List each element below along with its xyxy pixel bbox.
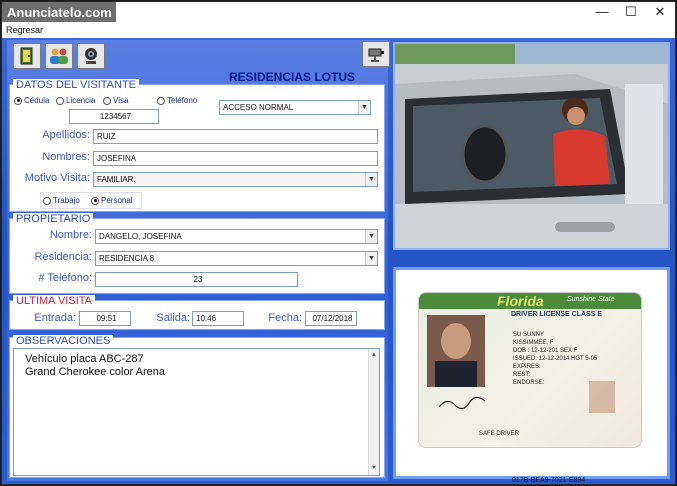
owner-name-label: Nombre: [49,229,92,241]
apellidos-field[interactable]: RUIZ [93,129,378,144]
license-footer: SAFE DRIVER [479,431,520,437]
radio-trabajo[interactable]: Trabajo [43,196,80,205]
watermark: Anunciatelo.com [2,2,116,23]
chevron-down-icon: ▼ [365,173,377,186]
fecha-label: Fecha: [268,312,302,324]
motivo-select[interactable]: FAMILIAR. ▼ [93,172,378,187]
people-icon [50,48,68,64]
residencia-select[interactable]: RESIDENCIA 8 ▼ [95,251,378,266]
owner-panel-title: PROPIETARIO [13,213,94,226]
close-button[interactable]: ✕ [647,4,673,20]
visit-type-group: Trabajo Personal [40,192,142,209]
radio-visa[interactable]: Visa [103,96,128,105]
visitor-car-photo [395,44,668,248]
maximize-button[interactable]: ☐ [618,4,644,20]
license-class: DRIVER LICENSE CLASS E [511,311,603,318]
license-scan: Florida Sunshine State DRIVER LICENSE CL… [393,267,670,479]
license-portrait [427,315,485,387]
license-details: SU SUNNY KISSIMMEE, F DOB : 12-12-201 SE… [513,332,598,386]
owner-name-select[interactable]: DANGELO, JOSEFINA ▼ [95,229,378,244]
document-number-field[interactable]: 1234567 [69,109,159,124]
form-pane: RESIDENCIAS LOTUS DATOS DEL VISITANTE Cé… [7,40,390,481]
fecha-field[interactable]: 07/12/2018 [305,311,357,326]
license-state-sub: Sunshine State [567,296,615,303]
chevron-down-icon: ▼ [358,101,370,114]
residencia-label: Residencia: [34,251,92,263]
license-ghost-portrait [589,381,615,413]
webcam-button[interactable] [77,43,105,69]
visitors-button[interactable] [45,43,73,69]
license-card: Florida Sunshine State DRIVER LICENSE CL… [418,292,642,448]
signature-icon [438,396,486,410]
status-code: 017B-BEA9-7021-E894 [512,477,586,484]
app-window: Anunciatelo.com — ☐ ✕ Regresar RESIDENCI… [1,1,676,485]
title-bar: Anunciatelo.com — ☐ ✕ [2,2,675,23]
visitor-panel-title: DATOS DEL VISITANTE [13,79,140,92]
last-visit-panel: ULTIMA VISITA Entrada: 09:51 Salida: 10:… [9,295,385,330]
apellidos-label: Apellidos: [42,129,90,141]
exit-door-button[interactable] [13,43,41,69]
radio-cedula[interactable]: Cédula [14,96,49,105]
salida-field[interactable]: 10:46 [192,311,244,326]
salida-label: Salida: [156,312,190,324]
entrada-field[interactable]: 09:51 [79,311,131,326]
security-camera-icon [368,48,384,62]
last-visit-panel-title: ULTIMA VISITA [13,295,95,308]
menu-bar: Regresar [2,22,675,38]
telefono-label: # Teléfono: [38,272,92,284]
telefono-field[interactable]: 23 [95,272,298,287]
client-area: RESIDENCIAS LOTUS DATOS DEL VISITANTE Cé… [2,38,675,484]
license-state: Florida [497,293,544,309]
webcam-icon [85,48,97,64]
radio-telefono[interactable]: Teléfono [157,96,197,105]
chevron-down-icon: ▼ [365,252,377,265]
radio-licencia[interactable]: Licencia [56,96,95,105]
observaciones-textarea[interactable]: Vehículo placa ABC-287 Grand Cherokee co… [13,348,380,476]
nombres-field[interactable]: JOSEFINA [93,151,378,166]
nombres-label: Nombres: [42,151,90,163]
visitor-photo [393,42,670,250]
minimize-button[interactable]: — [589,4,615,20]
owner-panel: PROPIETARIO Nombre: DANGELO, JOSEFINA ▼ … [9,213,385,294]
access-type-select[interactable]: ACCESO NORMAL ▼ [219,100,371,115]
door-icon [20,47,33,65]
notes-scrollbar[interactable]: ▲ ▼ [368,349,379,475]
menu-regresar[interactable]: Regresar [6,25,43,35]
chevron-down-icon: ▼ [365,230,377,243]
notes-panel-title: OBSERVACIONES [13,335,114,348]
visitor-panel: DATOS DEL VISITANTE Cédula Licencia Visa… [9,79,385,212]
app-title: RESIDENCIAS LOTUS [229,70,356,84]
camera-capture-button[interactable] [362,41,390,67]
notes-panel: OBSERVACIONES Vehículo placa ABC-287 Gra… [9,335,385,478]
motivo-label: Motivo Visita: [24,172,90,184]
radio-personal[interactable]: Personal [91,196,133,205]
entrada-label: Entrada: [34,312,76,324]
